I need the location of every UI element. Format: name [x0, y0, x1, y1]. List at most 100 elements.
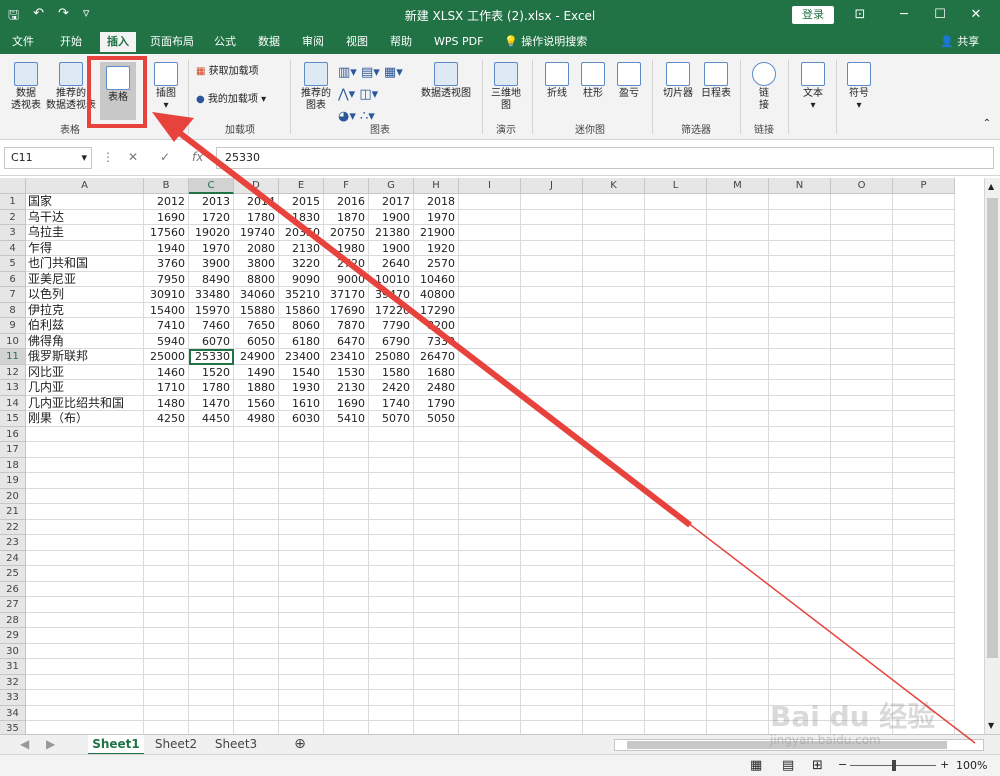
grid-cell[interactable] — [645, 225, 707, 241]
tab-page-layout[interactable]: 页面布局 — [146, 30, 198, 54]
grid-cell[interactable] — [707, 705, 769, 721]
column-header[interactable]: B — [144, 178, 189, 194]
column-header[interactable]: P — [893, 178, 955, 194]
grid-cell[interactable] — [521, 628, 583, 644]
normal-view-icon[interactable]: ▦ — [750, 758, 762, 773]
grid-cell[interactable] — [769, 674, 831, 690]
grid-cell[interactable]: 1580 — [369, 364, 414, 380]
grid-cell[interactable] — [583, 581, 645, 597]
row-header[interactable]: 9 — [0, 318, 26, 334]
row-header[interactable]: 18 — [0, 457, 26, 473]
grid-cell[interactable] — [707, 597, 769, 613]
grid-cell[interactable]: 1790 — [414, 395, 459, 411]
link-button[interactable]: 链 接 — [748, 62, 780, 112]
grid-cell[interactable] — [645, 194, 707, 210]
grid-cell[interactable] — [26, 426, 144, 442]
grid-cell[interactable]: 7410 — [144, 318, 189, 334]
grid-cell[interactable] — [583, 426, 645, 442]
grid-cell[interactable]: 1740 — [369, 395, 414, 411]
grid-cell[interactable] — [583, 318, 645, 334]
grid-cell[interactable] — [144, 597, 189, 613]
grid-cell[interactable] — [414, 457, 459, 473]
row-header[interactable]: 2 — [0, 209, 26, 225]
grid-cell[interactable] — [459, 550, 521, 566]
grid-cell[interactable]: 1970 — [189, 240, 234, 256]
enter-icon[interactable]: ✓ — [160, 150, 170, 164]
grid-cell[interactable] — [769, 473, 831, 489]
grid-cell[interactable] — [414, 426, 459, 442]
grid-cell[interactable] — [324, 628, 369, 644]
symbol-button[interactable]: 符号 ▾ — [842, 62, 876, 112]
scroll-down-icon[interactable]: ▼ — [988, 721, 994, 730]
grid-cell[interactable] — [459, 395, 521, 411]
grid-cell[interactable]: 2640 — [369, 256, 414, 272]
grid-cell[interactable] — [769, 333, 831, 349]
grid-cell[interactable] — [769, 488, 831, 504]
grid-cell[interactable] — [189, 705, 234, 721]
grid-cell[interactable]: 15860 — [279, 302, 324, 318]
grid-cell[interactable] — [26, 597, 144, 613]
grid-cell[interactable] — [893, 519, 955, 535]
grid-cell[interactable]: 17290 — [414, 302, 459, 318]
pivot-table-button[interactable]: 数据 透视表 — [8, 62, 44, 112]
grid-cell[interactable] — [144, 581, 189, 597]
sparkline-column-button[interactable]: 柱形 — [576, 62, 610, 100]
row-header[interactable]: 6 — [0, 271, 26, 287]
grid-cell[interactable]: 3800 — [234, 256, 279, 272]
grid-cell[interactable] — [144, 566, 189, 582]
grid-cell[interactable]: 3220 — [279, 256, 324, 272]
grid-cell[interactable]: 34060 — [234, 287, 279, 303]
grid-cell[interactable] — [831, 194, 893, 210]
grid-cell[interactable] — [279, 488, 324, 504]
grid-cell[interactable] — [831, 628, 893, 644]
grid-cell[interactable] — [279, 690, 324, 706]
grid-cell[interactable] — [414, 721, 459, 734]
grid-cell[interactable]: 20350 — [279, 225, 324, 241]
grid-cell[interactable] — [831, 380, 893, 396]
grid-cell[interactable]: 5070 — [369, 411, 414, 427]
grid-cell[interactable] — [893, 240, 955, 256]
grid-cell[interactable] — [893, 659, 955, 675]
grid-cell[interactable] — [279, 581, 324, 597]
grid-cell[interactable] — [769, 411, 831, 427]
grid-cell[interactable]: 1690 — [324, 395, 369, 411]
grid-cell[interactable] — [324, 426, 369, 442]
grid-cell[interactable] — [769, 550, 831, 566]
ribbon-display-icon[interactable]: ⊡ — [848, 4, 872, 26]
grid-cell[interactable] — [521, 225, 583, 241]
grid-cell[interactable] — [324, 597, 369, 613]
grid-cell[interactable] — [583, 566, 645, 582]
grid-cell[interactable] — [521, 643, 583, 659]
grid-cell[interactable] — [459, 380, 521, 396]
grid-cell[interactable]: 6030 — [279, 411, 324, 427]
grid-cell[interactable] — [189, 535, 234, 551]
grid-cell[interactable] — [893, 442, 955, 458]
grid-cell[interactable] — [707, 411, 769, 427]
grid-cell[interactable]: 2130 — [279, 240, 324, 256]
grid-cell[interactable] — [645, 364, 707, 380]
grid-cell[interactable] — [707, 333, 769, 349]
grid-cell[interactable] — [707, 194, 769, 210]
grid-cell[interactable] — [583, 690, 645, 706]
grid-cell[interactable] — [645, 442, 707, 458]
grid-cell[interactable]: 以色列 — [26, 287, 144, 303]
grid-cell[interactable] — [831, 597, 893, 613]
get-addins-button[interactable]: ▦ 获取加载项 — [196, 66, 276, 78]
grid-cell[interactable] — [189, 690, 234, 706]
grid-cell[interactable] — [459, 566, 521, 582]
grid-cell[interactable] — [521, 194, 583, 210]
login-button[interactable]: 登录 — [792, 6, 834, 24]
grid-cell[interactable] — [831, 411, 893, 427]
pivot-chart-button[interactable]: 数据透视图 — [420, 62, 472, 100]
grid-cell[interactable] — [831, 566, 893, 582]
grid-cell[interactable] — [414, 566, 459, 582]
grid-cell[interactable] — [26, 535, 144, 551]
column-header[interactable]: O — [831, 178, 893, 194]
grid-cell[interactable] — [414, 612, 459, 628]
grid-cell[interactable]: 15880 — [234, 302, 279, 318]
grid-cell[interactable]: 23400 — [279, 349, 324, 365]
grid-cell[interactable]: 6180 — [279, 333, 324, 349]
grid-cell[interactable] — [369, 473, 414, 489]
row-header[interactable]: 16 — [0, 426, 26, 442]
grid-cell[interactable] — [234, 581, 279, 597]
